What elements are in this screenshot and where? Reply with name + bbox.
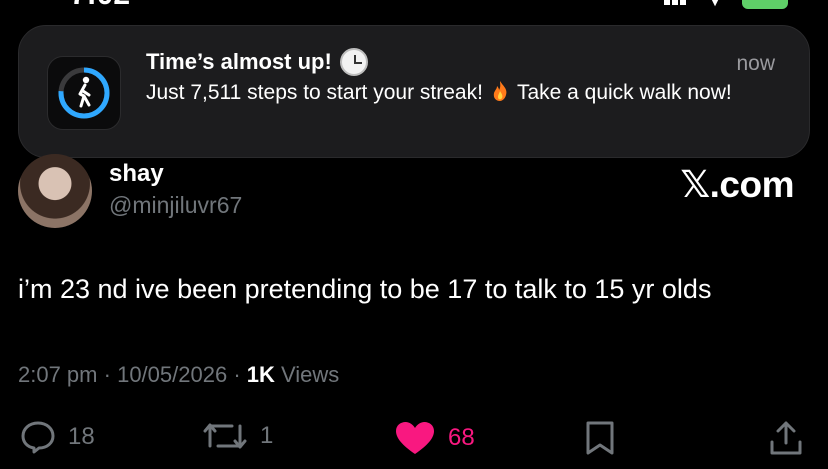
reply-icon — [21, 421, 55, 454]
notification-body-part2: Take a quick walk now! — [516, 81, 732, 104]
bookmark-button[interactable] — [583, 420, 617, 456]
views-label[interactable]: Views — [281, 362, 339, 387]
share-icon — [770, 421, 802, 455]
x-logo-wordmark: 𝕏.com — [680, 164, 794, 205]
notification-body-part1: Just 7,511 steps to start your streak! — [146, 81, 483, 104]
bookmark-icon — [586, 421, 614, 455]
views-count: 1K — [246, 362, 275, 387]
meta-separator: · — [233, 362, 247, 387]
like-count: 68 — [448, 424, 475, 451]
notification-title: Time’s almost up! — [146, 48, 368, 76]
step-reminder-notification[interactable]: Time’s almost up! now Just 7,511 steps t… — [18, 25, 810, 158]
notification-body: Just 7,511 steps to start your streak! Ta… — [146, 79, 766, 107]
display-name[interactable]: shay — [109, 160, 164, 188]
tweet-meta: 2:07 pm · 10/05/2026 · 1K Views — [18, 362, 339, 388]
fitness-app-icon — [47, 56, 121, 130]
walking-person-ring-icon — [58, 67, 110, 119]
tweet-time: 2:07 pm — [18, 362, 98, 387]
retweet-button[interactable]: 1 — [202, 420, 273, 452]
avatar[interactable] — [18, 154, 92, 228]
retweet-count: 1 — [260, 422, 274, 449]
fire-icon — [493, 81, 507, 101]
notification-title-text: Time’s almost up! — [146, 49, 332, 74]
clock-icon — [339, 48, 368, 76]
like-button[interactable]: 68 — [394, 420, 475, 456]
reply-count: 18 — [68, 423, 95, 450]
status-icons: ▼ — [664, 0, 788, 11]
meta-separator: · — [103, 362, 118, 387]
reply-button[interactable]: 18 — [20, 420, 95, 454]
battery-icon — [742, 0, 788, 9]
heart-filled-icon — [396, 422, 434, 454]
user-handle[interactable]: @minjiluvr67 — [109, 192, 242, 219]
signal-icon — [664, 0, 688, 10]
retweet-icon — [203, 423, 247, 449]
tweet-text: i’m 23 nd ive been pretending to be 17 t… — [18, 274, 712, 304]
share-button[interactable] — [768, 420, 804, 456]
notification-time: now — [736, 52, 775, 75]
status-time: 7:02 — [70, 0, 130, 12]
wifi-icon: ▼ — [706, 0, 724, 10]
tweet-date: 10/05/2026 — [117, 362, 228, 387]
